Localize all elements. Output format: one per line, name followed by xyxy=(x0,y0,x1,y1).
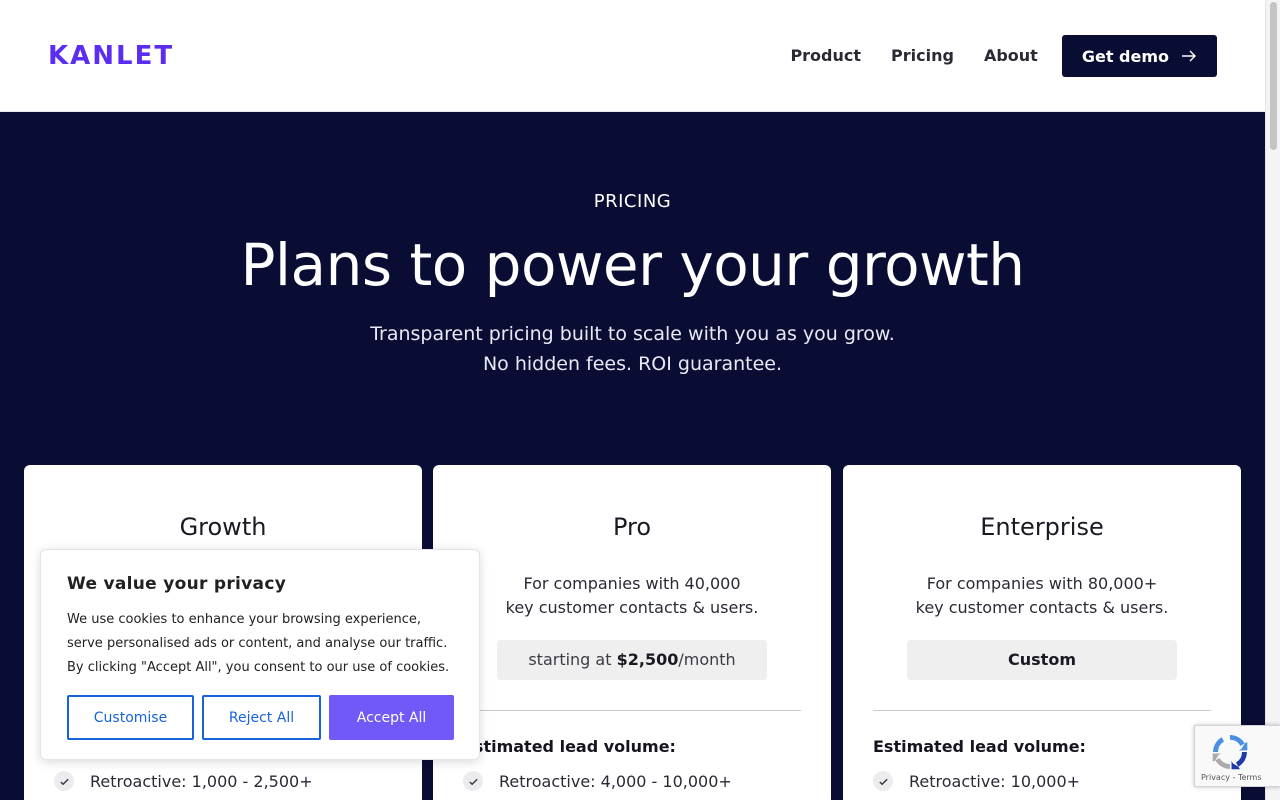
check-icon xyxy=(463,771,483,791)
plan-feature-text: Retroactive: 10,000+ xyxy=(909,771,1081,791)
plan-feature-text: Retroactive: 1,000 - 2,500+ xyxy=(90,771,313,791)
recaptcha-icon xyxy=(1212,735,1248,770)
plan-description-line-2: key customer contacts & users. xyxy=(915,598,1169,617)
logo-text: KANLET xyxy=(48,41,175,71)
price-value: Custom xyxy=(1008,650,1076,669)
plan-description: For companies with 40,000 key customer c… xyxy=(433,572,831,620)
plan-name: Growth xyxy=(179,513,267,541)
cookie-banner: We value your privacy We use cookies to … xyxy=(40,549,480,760)
hero-subtitle-line-1: Transparent pricing built to scale with … xyxy=(370,323,895,345)
customise-button[interactable]: Customise xyxy=(67,695,194,740)
nav-product[interactable]: Product xyxy=(790,35,861,77)
plan-name: Pro xyxy=(612,513,652,541)
plan-feature: Retroactive: 10,000+ xyxy=(873,771,1080,791)
plan-description-line-2: key customer contacts & users. xyxy=(505,598,759,617)
get-demo-label: Get demo xyxy=(1081,46,1169,66)
hero-subtitle: Transparent pricing built to scale with … xyxy=(0,319,1265,379)
plan-card-pro: Pro For companies with 40,000 key custom… xyxy=(433,465,831,800)
plan-price: Custom xyxy=(907,640,1177,680)
plan-feature-text: Retroactive: 4,000 - 10,000+ xyxy=(499,771,732,791)
plan-name: Enterprise xyxy=(980,513,1104,541)
section-eyebrow: PRICING xyxy=(593,191,672,212)
recaptcha-links[interactable]: Privacy - Terms xyxy=(1201,773,1262,782)
plan-feature: Retroactive: 4,000 - 10,000+ xyxy=(463,771,732,791)
check-icon xyxy=(54,771,74,791)
recaptcha-badge[interactable]: Privacy - Terms xyxy=(1194,725,1280,787)
scrollbar-thumb[interactable] xyxy=(1270,2,1277,150)
plan-description-line-1: For companies with 80,000+ xyxy=(926,574,1158,593)
plan-description-line-1: For companies with 40,000 xyxy=(523,574,741,593)
plan-card-enterprise: Enterprise For companies with 80,000+ ke… xyxy=(843,465,1241,800)
divider xyxy=(873,710,1211,711)
hero-subtitle-line-2: No hidden fees. ROI guarantee. xyxy=(482,353,783,375)
accept-all-button[interactable]: Accept All xyxy=(329,695,454,740)
lead-volume-label: Estimated lead volume: xyxy=(463,737,676,756)
plan-feature: Retroactive: 1,000 - 2,500+ xyxy=(54,771,313,791)
site-header: KANLET Product Pricing About Get demo xyxy=(0,0,1265,112)
page-scrollbar[interactable] xyxy=(1265,0,1280,800)
plan-price: starting at $2,500/month xyxy=(497,640,767,680)
cookie-title: We value your privacy xyxy=(67,574,287,594)
nav-pricing[interactable]: Pricing xyxy=(891,35,954,77)
divider xyxy=(463,710,801,711)
price-value: $2,500 xyxy=(616,650,679,669)
get-demo-button[interactable]: Get demo xyxy=(1061,35,1217,77)
reject-all-button[interactable]: Reject All xyxy=(202,695,321,740)
arrow-right-icon xyxy=(1182,50,1196,62)
cookie-text: We use cookies to enhance your browsing … xyxy=(67,612,450,675)
page-title: Plans to power your growth xyxy=(240,231,1025,299)
plan-description: For companies with 80,000+ key customer … xyxy=(843,572,1241,620)
price-prefix: starting at xyxy=(528,650,617,669)
check-icon xyxy=(873,771,893,791)
price-suffix: /month xyxy=(678,650,736,669)
lead-volume-label: Estimated lead volume: xyxy=(873,737,1086,756)
main-nav: Product Pricing About Get demo xyxy=(790,35,1217,77)
logo[interactable]: KANLET xyxy=(48,40,174,72)
nav-about[interactable]: About xyxy=(984,35,1038,77)
